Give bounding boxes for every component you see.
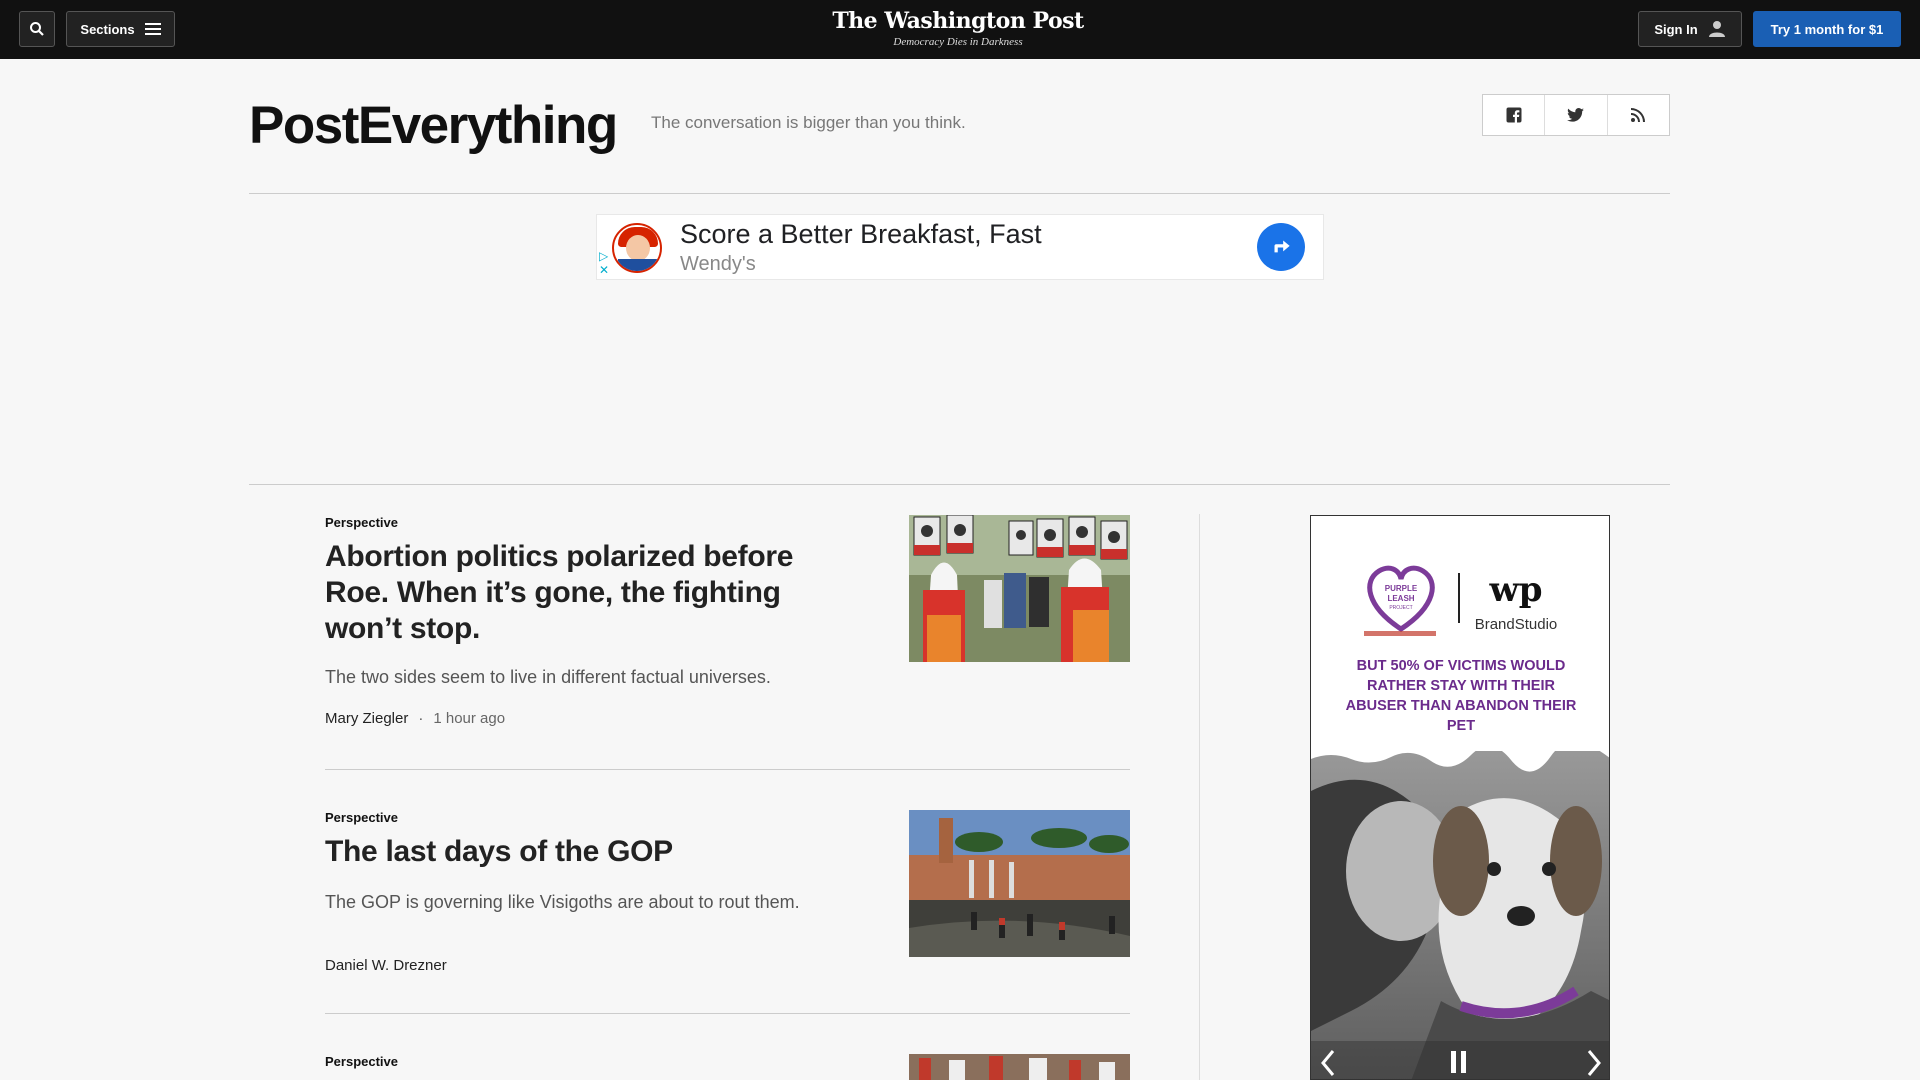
article-author[interactable]: Mary Ziegler	[325, 710, 408, 727]
rome-ruins-photo	[909, 810, 1130, 957]
twitter-icon	[1567, 108, 1585, 122]
article-thumbnail[interactable]	[909, 810, 1130, 957]
rss-feed-button[interactable]	[1608, 95, 1669, 135]
ad-headline: Score a Better Breakfast, Fast	[680, 219, 1042, 249]
page-subtitle: The conversation is bigger than you thin…	[651, 113, 966, 132]
svg-text:PURPLE: PURPLE	[1385, 584, 1418, 593]
purple-leash-logo: PURPLE LEASH PROJECT wp BrandStudio	[1364, 565, 1558, 636]
article-byline: Daniel W. Drezner	[325, 957, 1130, 974]
crowd-photo	[909, 1054, 1130, 1080]
twitter-share-button[interactable]	[1545, 95, 1608, 135]
facebook-icon	[1506, 107, 1522, 123]
facebook-share-button[interactable]	[1483, 95, 1546, 135]
column-divider	[1199, 514, 1200, 1080]
ad-sponsor-logos: PURPLE LEASH PROJECT wp BrandStudio	[1361, 551, 1561, 641]
hamburger-icon	[144, 23, 161, 35]
subscribe-button[interactable]: Try 1 month for $1	[1753, 11, 1901, 47]
protest-photo	[909, 515, 1130, 662]
search-icon	[30, 22, 44, 36]
ad-advertiser: Wendy's	[680, 253, 756, 275]
turn-right-arrow-icon	[1274, 240, 1290, 253]
rss-icon	[1631, 108, 1646, 122]
article-blurb: The two sides seem to live in different …	[325, 667, 771, 687]
ad-section-divider	[249, 484, 1670, 485]
ad-directions-button[interactable]	[1257, 223, 1305, 271]
banner-ad[interactable]: Score a Better Breakfast, Fast Wendy's ▷…	[596, 214, 1324, 280]
article-thumbnail[interactable]	[909, 1054, 1130, 1080]
article-headline[interactable]: The last days of the GOP	[325, 834, 925, 870]
washington-post-logo[interactable]: The Washington Post Democracy Dies in Da…	[820, 8, 1096, 48]
logo-text: The Washington Post	[832, 8, 1084, 34]
article-headline[interactable]: Abortion politics polarized before Roe. …	[325, 539, 845, 647]
article-thumbnail[interactable]	[909, 515, 1130, 662]
woman-and-dog-photo	[1311, 742, 1609, 1079]
article-divider	[325, 1013, 1130, 1014]
sections-menu-button[interactable]: Sections	[66, 11, 175, 47]
adchoices-icon[interactable]: ▷ ✕	[599, 249, 609, 277]
article-divider	[325, 769, 1130, 770]
svg-text:PROJECT: PROJECT	[1389, 605, 1412, 611]
article-timestamp: 1 hour ago	[433, 710, 506, 727]
ad-message: BUT 50% OF VICTIMS WOULD RATHER STAY WIT…	[1345, 658, 1577, 734]
sign-in-button[interactable]: Sign In	[1638, 11, 1742, 47]
sections-label: Sections	[80, 21, 135, 37]
page-title: PostEverything	[249, 96, 618, 155]
article-byline: Mary Ziegler · 1 hour ago	[325, 710, 506, 727]
user-icon	[1708, 21, 1725, 37]
svg-text:LEASH: LEASH	[1387, 594, 1414, 603]
sidebar-ad[interactable]: PURPLE LEASH PROJECT wp BrandStudio BUT …	[1310, 515, 1610, 1080]
search-button[interactable]	[19, 11, 55, 47]
wendys-logo	[612, 223, 662, 273]
sign-in-label: Sign In	[1654, 21, 1698, 37]
header-divider	[249, 193, 1670, 194]
top-navigation-bar: Sections The Washington Post Democracy D…	[0, 0, 1920, 59]
logo-tagline: Democracy Dies in Darkness	[893, 36, 1023, 48]
svg-text:wp: wp	[1488, 570, 1542, 610]
article-author[interactable]: Daniel W. Drezner	[325, 957, 447, 974]
svg-text:BrandStudio: BrandStudio	[1475, 616, 1558, 633]
social-links	[1482, 94, 1670, 136]
